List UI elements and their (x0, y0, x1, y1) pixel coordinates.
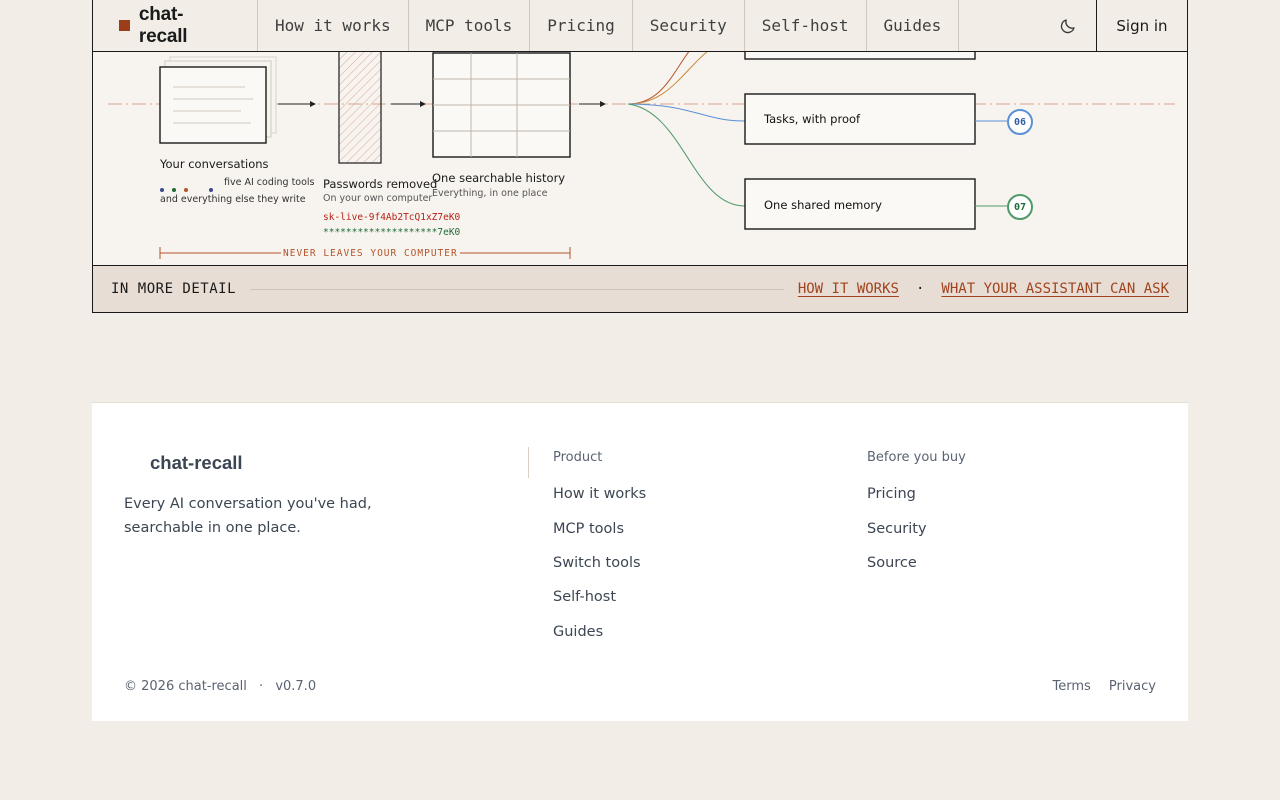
stage-history-subtitle: Everything, in one place (432, 188, 548, 199)
stage-conversations-title: Your conversations (160, 157, 269, 171)
brand-name: chat-recall (138, 3, 188, 47)
history-grid-icon (432, 52, 571, 158)
more-detail-bar: IN MORE DETAIL HOW IT WORKS · WHAT YOUR … (92, 265, 1188, 313)
link-what-assistant-can-ask[interactable]: WHAT YOUR ASSISTANT CAN ASK (941, 281, 1169, 297)
link-how-it-works[interactable]: HOW IT WORKS (798, 281, 899, 297)
footer-before-you-buy-heading: Before you buy (867, 450, 966, 465)
never-leaves-label: NEVER LEAVES YOUR COMPUTER (281, 248, 460, 259)
data-flow-diagram: Your conversations five AI coding tools … (92, 51, 1188, 265)
theme-toggle-button[interactable] (1040, 0, 1096, 51)
brand-mark-icon (119, 20, 130, 31)
copyright-text: © 2026 chat-recall (124, 679, 247, 694)
footer-link-pricing[interactable]: Pricing (867, 486, 916, 502)
conversations-stack-icon (159, 56, 277, 144)
footer-link-security[interactable]: Security (867, 521, 927, 537)
arrow-right-icon (420, 101, 426, 107)
nav-self-host[interactable]: Self-host (745, 0, 867, 51)
more-detail-label: IN MORE DETAIL (111, 281, 237, 297)
badge-06: 06 (1007, 109, 1033, 135)
footer-link-source[interactable]: Source (867, 555, 917, 571)
footer-link-switch-tools[interactable]: Switch tools (553, 555, 641, 571)
footer-link-how-it-works[interactable]: How it works (553, 486, 646, 502)
footer-brand[interactable]: chat-recall (150, 452, 243, 474)
branch-line-blue (627, 103, 746, 122)
footer-product-heading: Product (553, 450, 603, 465)
nav-pricing[interactable]: Pricing (530, 0, 633, 51)
secret-raw: sk-live-9f4Ab2TcQ1xZ7eK0 (323, 212, 461, 223)
footer-legal-links: Terms Privacy (1052, 679, 1156, 694)
site-footer: chat-recall Every AI conversation you've… (92, 402, 1188, 721)
secret-masked: ********************7eK0 (323, 227, 461, 238)
footer-copyright-row: © 2026 chat-recall · v0.7.0 (124, 679, 316, 694)
nav-how-it-works[interactable]: How it works (258, 0, 409, 51)
top-navigation: chat-recall How it works MCP tools Prici… (92, 0, 1188, 52)
tool-dot-icon (172, 188, 176, 192)
stage-history-title: One searchable history (432, 171, 566, 185)
footer-link-terms[interactable]: Terms (1052, 679, 1090, 694)
footer-tagline: Every AI conversation you've had, search… (124, 496, 372, 536)
badge-07: 07 (1007, 194, 1033, 220)
sign-in-button[interactable]: Sign in (1096, 0, 1187, 51)
nav-mcp-tools[interactable]: MCP tools (409, 0, 531, 51)
arrow-right-icon (310, 101, 316, 107)
output-tasks-label: Tasks, with proof (764, 112, 861, 126)
nav-guides[interactable]: Guides (867, 0, 960, 51)
stage-passwords-subtitle: On your own computer (323, 193, 433, 204)
branch-line-red (627, 51, 690, 105)
stage-conversations-line2: and everything else they write (160, 194, 306, 205)
footer-link-self-host[interactable]: Self-host (553, 589, 616, 605)
nav-security[interactable]: Security (633, 0, 745, 51)
moon-icon (1060, 18, 1075, 33)
footer-link-mcp-tools[interactable]: MCP tools (553, 521, 624, 537)
stage-passwords-title: Passwords removed (323, 177, 438, 191)
copyright-dot: · (259, 679, 264, 694)
tool-dot-icon (184, 188, 188, 192)
detail-separator: · (915, 281, 925, 297)
detail-divider (250, 288, 784, 290)
password-filter-icon (338, 51, 382, 164)
brand-logo[interactable]: chat-recall (93, 0, 258, 51)
output-memory-label: One shared memory (764, 198, 882, 212)
footer-link-privacy[interactable]: Privacy (1109, 679, 1156, 694)
footer-divider (528, 447, 529, 478)
tool-dot-icon (209, 188, 213, 192)
tool-dot-icon (160, 188, 164, 192)
branch-line-green (627, 103, 746, 207)
footer-link-guides[interactable]: Guides (553, 624, 603, 640)
branch-line-orange (627, 51, 709, 105)
arrow-right-icon (600, 101, 606, 107)
stage-conversations-line1: five AI coding tools (224, 177, 315, 188)
output-box-partial (744, 51, 976, 60)
version-text: v0.7.0 (275, 679, 317, 694)
